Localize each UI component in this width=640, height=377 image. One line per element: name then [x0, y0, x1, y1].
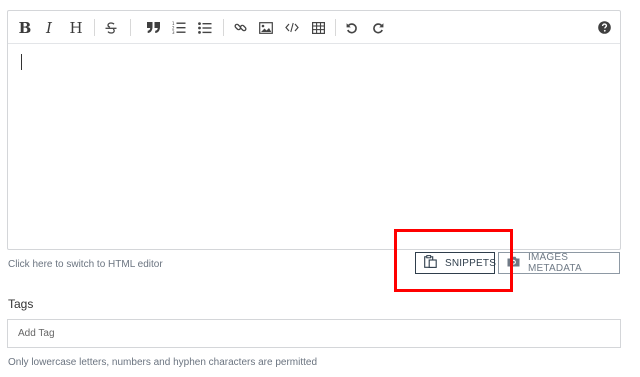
unordered-list-icon[interactable]	[194, 17, 216, 38]
toolbar-separator	[335, 19, 336, 36]
images-metadata-button-label: IMAGES METADATA	[528, 252, 582, 274]
toolbar-separator	[223, 19, 224, 36]
svg-text:3: 3	[172, 30, 175, 34]
redo-icon[interactable]	[367, 17, 389, 38]
editor-text-area[interactable]	[8, 45, 620, 249]
tags-hint: Only lowercase letters, numbers and hyph…	[8, 357, 318, 368]
markdown-editor: B I H 123	[7, 10, 621, 250]
heading-icon[interactable]: H	[65, 17, 87, 38]
quote-icon[interactable]	[142, 17, 164, 38]
undo-icon[interactable]	[341, 17, 363, 38]
strikethrough-icon[interactable]	[100, 17, 122, 38]
camera-icon	[507, 256, 520, 270]
images-metadata-button[interactable]: IMAGES METADATA	[498, 252, 620, 274]
editor-toolbar: B I H 123	[8, 11, 620, 44]
text-cursor	[21, 54, 22, 70]
bold-icon[interactable]: B	[14, 17, 36, 38]
code-icon[interactable]	[281, 17, 303, 38]
table-icon[interactable]	[307, 17, 329, 38]
help-icon[interactable]	[593, 17, 615, 38]
toolbar-separator	[94, 19, 95, 36]
tags-label: Tags	[8, 297, 34, 311]
italic-icon[interactable]: I	[38, 17, 60, 38]
snippets-button[interactable]: SNIPPETS	[415, 252, 497, 274]
link-icon[interactable]	[229, 17, 251, 38]
add-tag-input[interactable]	[7, 319, 621, 348]
snippets-button-label: SNIPPETS	[445, 257, 497, 269]
switch-to-html-editor-link[interactable]: Click here to switch to HTML editor	[8, 259, 163, 270]
ordered-list-icon[interactable]: 123	[168, 17, 190, 38]
toolbar-separator	[130, 19, 131, 36]
clipboard-icon	[424, 255, 437, 271]
image-icon[interactable]	[255, 17, 277, 38]
